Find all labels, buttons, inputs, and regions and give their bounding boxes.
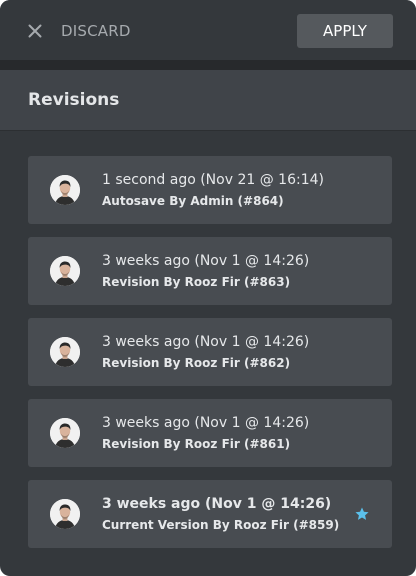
top-toolbar: DISCARD APPLY: [0, 0, 416, 60]
apply-button[interactable]: APPLY: [297, 14, 393, 48]
avatar: [50, 175, 80, 205]
revision-item-current[interactable]: 3 weeks ago (Nov 1 @ 14:26) Current Vers…: [28, 480, 392, 548]
revision-author: Autosave By Admin (#864): [102, 194, 284, 208]
section-header: Revisions: [0, 70, 416, 131]
revision-date: 3 weeks ago (Nov 1 @ 14:26): [102, 415, 310, 431]
revision-author: Revision By Rooz Fir (#862): [102, 356, 291, 370]
section-title: Revisions: [28, 90, 120, 110]
avatar: [50, 418, 80, 448]
discard-button[interactable]: DISCARD: [61, 22, 131, 40]
revision-date: 3 weeks ago (Nov 1 @ 14:26): [102, 496, 332, 512]
avatar: [50, 337, 80, 367]
avatar: [50, 256, 80, 286]
revision-author: Current Version By Rooz Fir (#859): [102, 518, 340, 532]
revision-date: 3 weeks ago (Nov 1 @ 14:26): [102, 334, 310, 350]
revisions-panel: DISCARD APPLY Revisions 1 second ago (No…: [0, 0, 416, 576]
revision-item[interactable]: 3 weeks ago (Nov 1 @ 14:26) Revision By …: [28, 237, 392, 305]
star-icon: [355, 507, 369, 520]
revision-author: Revision By Rooz Fir (#861): [102, 437, 291, 451]
revision-date: 3 weeks ago (Nov 1 @ 14:26): [102, 253, 310, 269]
revisions-list: 1 second ago (Nov 21 @ 16:14) Autosave B…: [28, 156, 392, 561]
revision-item[interactable]: 3 weeks ago (Nov 1 @ 14:26) Revision By …: [28, 399, 392, 467]
revision-item[interactable]: 3 weeks ago (Nov 1 @ 14:26) Revision By …: [28, 318, 392, 386]
revision-date: 1 second ago (Nov 21 @ 16:14): [102, 172, 324, 188]
revision-item[interactable]: 1 second ago (Nov 21 @ 16:14) Autosave B…: [28, 156, 392, 224]
revision-author: Revision By Rooz Fir (#863): [102, 275, 291, 289]
close-icon[interactable]: [26, 22, 44, 40]
avatar: [50, 499, 80, 529]
toolbar-divider: [0, 60, 416, 70]
